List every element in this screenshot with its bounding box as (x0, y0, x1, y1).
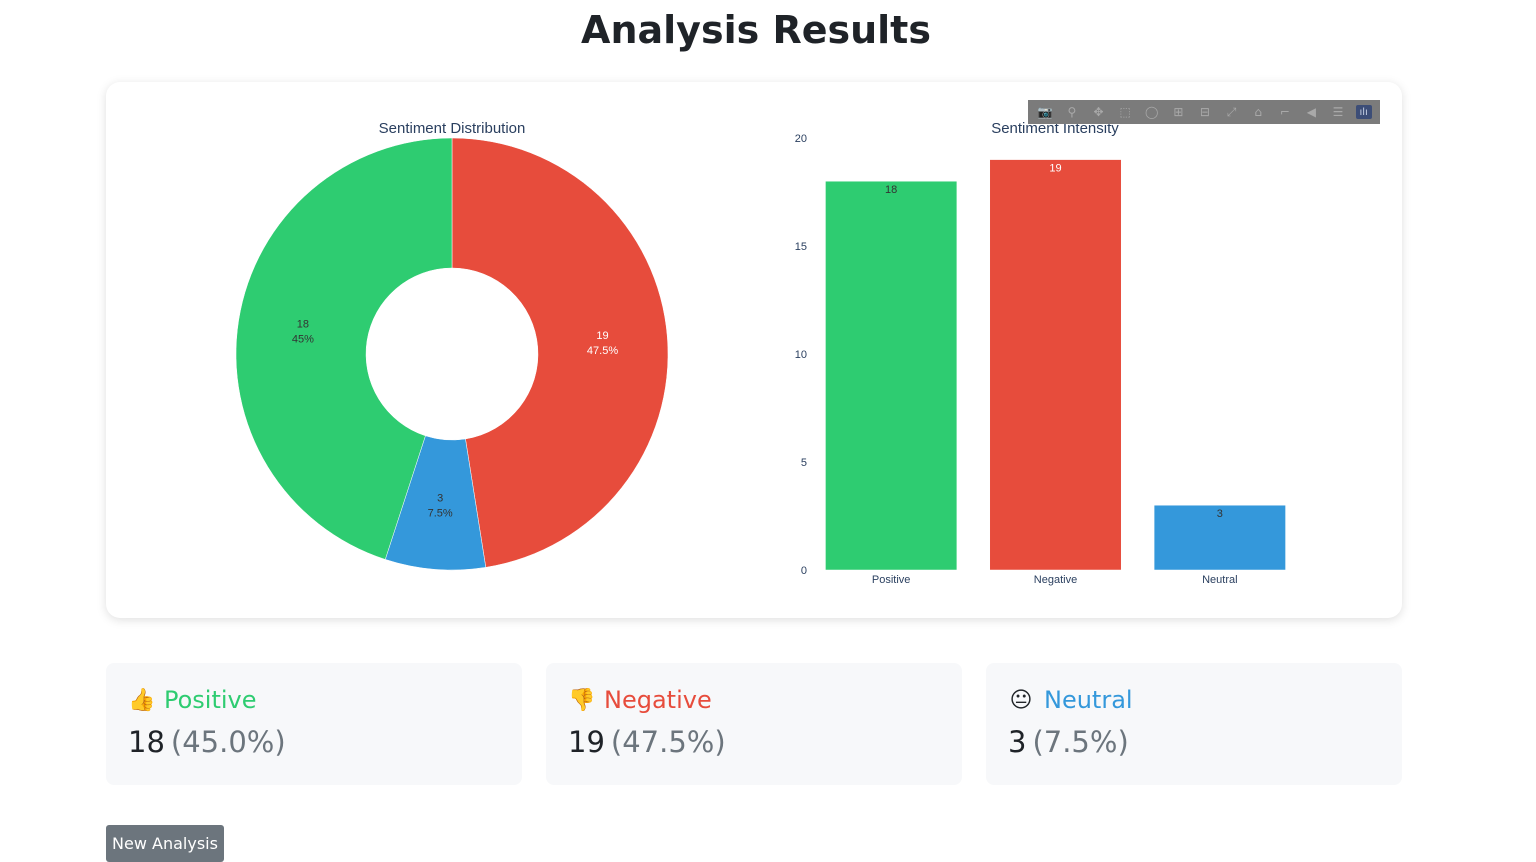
zoom-in-icon[interactable]: ⊞ (1169, 103, 1187, 121)
bar-value-label-negative: 19 (1049, 163, 1061, 175)
plot-modebar: 📷 ⚲ ✥ ⬚ ◯ ⊞ ⊟ ⤢ ⌂ ⌐ ◀ ☰ ılı (1028, 100, 1380, 124)
x-tick-label-neutral: Neutral (1202, 574, 1237, 586)
charts-svg: Sentiment Distribution1947.5%37.5%1845%S… (235, 120, 1286, 586)
stat-card-negative: 👎 Negative 19 (47.5%) (546, 663, 962, 785)
stat-label-negative: Negative (604, 686, 712, 714)
plotly-logo-icon[interactable]: ılı (1355, 105, 1372, 119)
zoom-out-icon[interactable]: ⊟ (1196, 103, 1214, 121)
donut-label-percent-positive: 45% (292, 333, 314, 345)
lasso-select-icon[interactable]: ◯ (1143, 103, 1161, 121)
y-tick-label: 15 (795, 241, 807, 253)
stat-count-neutral: 3 (1008, 725, 1027, 759)
stat-percent-neutral: (7.5%) (1032, 725, 1129, 759)
bar-value-label-positive: 18 (885, 184, 897, 196)
box-select-icon[interactable]: ⬚ (1116, 103, 1134, 121)
reset-axes-icon[interactable]: ⌂ (1249, 103, 1267, 121)
charts-card: Sentiment Distribution 19 47.5% 3 7.5% 18 45% S… (106, 82, 1402, 618)
donut-label-value-neutral: 3 (437, 493, 443, 505)
stat-card-positive: 👍 Positive 18 (45.0%) (106, 663, 522, 785)
x-tick-label-positive: Positive (872, 574, 911, 586)
camera-icon[interactable]: 📷 (1036, 103, 1054, 121)
neutral-face-icon: 😐 (1009, 687, 1033, 713)
y-tick-label: 20 (795, 133, 807, 145)
y-tick-label: 10 (795, 349, 807, 361)
thumbs-up-icon: 👍 (128, 687, 156, 713)
donut-label-percent-negative: 47.5% (587, 345, 618, 357)
stat-percent-positive: (45.0%) (170, 725, 286, 759)
bar-negative (989, 159, 1122, 571)
bar-value-label-neutral: 3 (1217, 508, 1223, 520)
hover-closest-icon[interactable]: ◀ (1302, 103, 1320, 121)
zoom-icon[interactable]: ⚲ (1063, 103, 1081, 121)
donut-label-percent-neutral: 7.5% (428, 508, 453, 520)
stat-count-negative: 19 (568, 725, 605, 759)
new-analysis-button[interactable]: New Analysis (106, 825, 224, 862)
pan-icon[interactable]: ✥ (1090, 103, 1108, 121)
page-title: Analysis Results (581, 8, 931, 52)
hover-compare-icon[interactable]: ☰ (1329, 103, 1347, 121)
thumbs-down-icon: 👎 (568, 687, 596, 713)
donut-label-value-negative: 19 (596, 330, 608, 342)
bar-positive (825, 180, 958, 571)
stat-label-positive: Positive (164, 686, 257, 714)
y-tick-label: 5 (801, 457, 807, 469)
y-tick-label: 0 (801, 565, 807, 577)
stat-card-neutral: 😐 Neutral 3 (7.5%) (986, 663, 1402, 785)
stat-percent-negative: (47.5%) (610, 725, 726, 759)
spike-lines-icon[interactable]: ⌐ (1276, 103, 1294, 121)
autoscale-icon[interactable]: ⤢ (1223, 103, 1241, 121)
donut-label-value-positive: 18 (297, 318, 309, 330)
donut-slice-negative (451, 137, 669, 568)
x-tick-label-negative: Negative (1034, 574, 1077, 586)
donut-title: Sentiment Distribution (379, 120, 526, 137)
stat-label-neutral: Neutral (1044, 686, 1133, 714)
stat-count-positive: 18 (128, 725, 165, 759)
